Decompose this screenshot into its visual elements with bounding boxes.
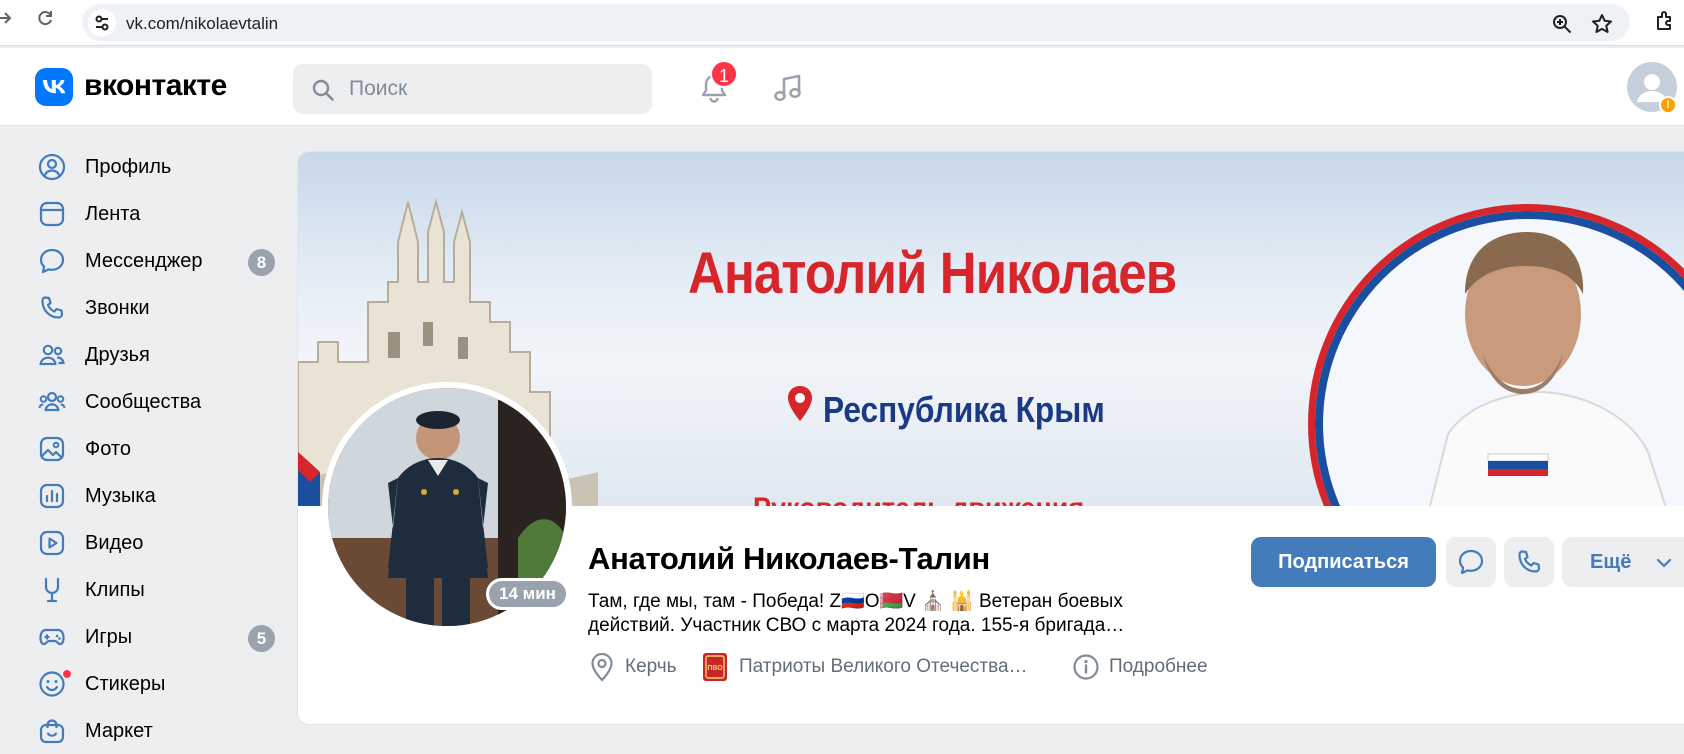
status-line: Там, где мы, там - Победа! Z🇷🇺O🇧🇾V ⛪ 🕌 В…	[588, 591, 1123, 612]
sidebar-item-stickers[interactable]: Стикеры	[36, 664, 282, 704]
sidebar-item-profile[interactable]: Профиль	[36, 147, 282, 187]
sidebar-item-games[interactable]: Игры 5	[36, 617, 282, 657]
avatar-warning-badge: !	[1659, 96, 1677, 114]
market-icon	[38, 717, 66, 745]
phone-icon	[38, 294, 66, 322]
profile-card: Анатолий Николаев Республика Крым Руково…	[297, 151, 1684, 725]
message-button[interactable]	[1446, 537, 1496, 587]
vk-header: вконтакте	[0, 48, 1684, 126]
games-icon	[38, 623, 66, 651]
message-icon	[38, 247, 66, 275]
cover-location: Республика Крым	[823, 389, 1105, 430]
sidebar-item-label: Клипы	[85, 579, 145, 601]
status-line: действий. Участник СВО с марта 2024 года…	[588, 615, 1125, 636]
sidebar-item-label: Звонки	[85, 297, 150, 319]
cover-subtitle-cut: Руководитель движения	[753, 492, 1084, 506]
location-pin-icon	[788, 386, 812, 421]
details-text: Подробнее	[1109, 656, 1208, 677]
profile-community[interactable]: ПВО Патриоты Великого Отечества…	[702, 652, 1062, 682]
sidebar-item-label: Сообщества	[85, 391, 202, 413]
sidebar-item-label: Лента	[85, 203, 141, 225]
sidebar-item-label: Мессенджер	[85, 250, 203, 272]
bookmark-star-icon[interactable]	[1590, 12, 1614, 36]
phone-icon	[1518, 550, 1541, 573]
forward-icon[interactable]	[0, 8, 18, 34]
more-button-label: Ещё	[1590, 551, 1632, 573]
message-icon	[1458, 549, 1484, 575]
photo-icon	[38, 435, 66, 463]
sidebar-item-friends[interactable]: Друзья	[36, 335, 282, 375]
profile-name: Анатолий Николаев-Талин	[588, 541, 990, 576]
profile-details-link[interactable]: Подробнее	[1072, 652, 1232, 682]
vk-logo-icon[interactable]	[35, 68, 73, 106]
messenger-count-badge: 8	[248, 249, 275, 276]
community-text: Патриоты Великого Отечества…	[739, 656, 1028, 677]
feed-icon	[38, 200, 66, 228]
sidebar-item-messenger[interactable]: Мессенджер 8	[36, 241, 282, 281]
reload-icon[interactable]	[32, 8, 58, 34]
call-button[interactable]	[1504, 537, 1554, 587]
chevron-down-icon	[1656, 558, 1672, 568]
left-sidebar: Профиль Лента Мессенджер 8 Звонки Друзья…	[0, 127, 290, 754]
video-icon	[38, 529, 66, 557]
notification-count-badge: 1	[710, 60, 738, 88]
sidebar-item-label: Игры	[85, 626, 133, 648]
communities-icon	[38, 388, 66, 416]
community-logo-icon: ПВО	[702, 652, 728, 688]
sidebar-item-label: Друзья	[85, 344, 150, 366]
url-text[interactable]: vk.com/nikolaevtalin	[126, 14, 278, 34]
stickers-new-dot	[62, 669, 72, 679]
extensions-icon[interactable]	[1654, 10, 1676, 32]
clips-icon	[38, 576, 66, 604]
games-count-badge: 5	[248, 625, 275, 652]
last-seen-badge: 14 мин	[486, 578, 569, 610]
search-icon	[311, 78, 335, 107]
cover-portrait	[1428, 232, 1667, 506]
browser-toolbar: vk.com/nikolaevtalin	[0, 0, 1684, 46]
site-settings-icon[interactable]	[88, 9, 116, 37]
sidebar-item-label: Стикеры	[85, 673, 166, 695]
cover-title: Анатолий Николаев	[688, 241, 1177, 306]
vk-logo-text[interactable]: вконтакте	[84, 69, 227, 103]
address-bar[interactable]: vk.com/nikolaevtalin	[82, 4, 1630, 41]
sidebar-item-calls[interactable]: Звонки	[36, 288, 282, 328]
sidebar-item-photo[interactable]: Фото	[36, 429, 282, 469]
zoom-icon[interactable]	[1550, 12, 1574, 36]
sidebar-item-clips[interactable]: Клипы	[36, 570, 282, 610]
sidebar-item-music[interactable]: Музыка	[36, 476, 282, 516]
sidebar-item-video[interactable]: Видео	[36, 523, 282, 563]
community-badge-text: ПВО	[707, 665, 723, 672]
music-icon	[38, 482, 66, 510]
profile-city[interactable]: Керчь	[588, 652, 688, 682]
location-icon	[588, 652, 616, 688]
more-button[interactable]: Ещё	[1562, 537, 1684, 587]
sidebar-item-label: Маркет	[85, 720, 153, 742]
city-text: Керчь	[625, 656, 677, 677]
sidebar-item-feed[interactable]: Лента	[36, 194, 282, 234]
sidebar-item-label: Музыка	[85, 485, 156, 507]
sidebar-item-label: Фото	[85, 438, 131, 460]
search-box[interactable]	[293, 64, 652, 114]
sidebar-item-label: Видео	[85, 532, 144, 554]
sidebar-item-communities[interactable]: Сообщества	[36, 382, 282, 422]
subscribe-button[interactable]: Подписаться	[1251, 537, 1436, 587]
sidebar-item-label: Профиль	[85, 156, 172, 178]
info-icon	[1072, 652, 1100, 688]
search-input[interactable]	[349, 74, 639, 104]
music-note-icon[interactable]	[770, 70, 806, 106]
profile-status: Там, где мы, там - Победа! Z🇷🇺O🇧🇾V ⛪ 🕌 В…	[588, 590, 1178, 638]
sidebar-item-market[interactable]: Маркет	[36, 711, 282, 751]
user-circle-icon	[38, 153, 66, 181]
friends-icon	[38, 341, 66, 369]
